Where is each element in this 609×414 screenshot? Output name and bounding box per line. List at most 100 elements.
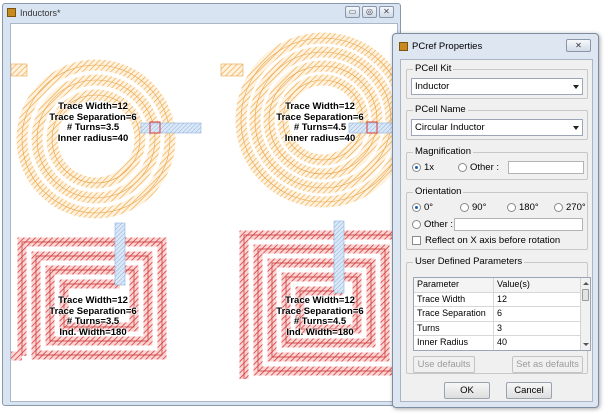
orientation-270-label: 270° [566, 202, 586, 213]
user-params-group: User Defined Parameters Parameter Value(… [406, 256, 591, 374]
maximize-button[interactable]: ◎ [362, 6, 377, 18]
param-value[interactable]: 12 [494, 292, 581, 307]
radio-unselected-icon [460, 203, 469, 212]
table-row[interactable]: Trace Width 12 [414, 292, 581, 308]
cancel-button[interactable]: Cancel [506, 382, 552, 399]
magnification-other-label: Other : [470, 162, 500, 173]
reflect-x-label: Reflect on X axis before rotation [425, 235, 561, 246]
label-line: Trace Width=12 [285, 101, 355, 112]
params-table: Parameter Value(s) Trace Width 12 Trace … [413, 277, 591, 351]
user-params-legend: User Defined Parameters [413, 256, 525, 267]
param-name: Turns [414, 321, 494, 336]
header-parameter[interactable]: Parameter [414, 278, 494, 292]
radio-selected-icon [412, 163, 421, 172]
magnification-1x-radio[interactable]: 1x [412, 162, 434, 173]
label-line: Trace Width=12 [58, 101, 128, 112]
magnification-legend: Magnification [413, 146, 473, 157]
param-value[interactable]: 40 [494, 336, 581, 350]
label-line: # Turns=4.5 [293, 316, 347, 327]
close-button[interactable]: ✕ [379, 6, 394, 18]
scroll-thumb[interactable] [582, 289, 589, 301]
orientation-other-radio[interactable]: Other : [412, 219, 453, 230]
close-icon[interactable]: ✕ [566, 39, 591, 52]
label-line: # Turns=3.5 [66, 122, 120, 133]
inductors-titlebar[interactable]: Inductors* [3, 4, 400, 21]
scroll-up-icon[interactable] [583, 282, 589, 285]
magnification-other-radio[interactable]: Other : [458, 162, 499, 173]
table-row[interactable]: Trace Separation 6 [414, 307, 581, 322]
label-line: Inner radius=40 [57, 132, 129, 144]
orientation-270-radio[interactable]: 270° [554, 202, 586, 213]
param-value[interactable]: 3 [494, 321, 581, 336]
pcell-name-select[interactable]: Circular Inductor [411, 119, 583, 136]
orientation-180-label: 180° [519, 202, 539, 213]
square-right-via [333, 220, 345, 294]
pcell-kit-group: PCell Kit Inductor [406, 63, 588, 99]
radio-unselected-icon [412, 220, 421, 229]
header-values[interactable]: Value(s) [494, 278, 581, 292]
label-line: Inner radius=40 [284, 132, 356, 144]
magnification-group: Magnification 1x Other : [406, 146, 588, 180]
orientation-legend: Orientation [413, 186, 464, 197]
param-name: Trace Separation [414, 307, 494, 321]
layout-drawing [11, 32, 397, 379]
set-as-defaults-button[interactable]: Set as defaults [512, 356, 583, 373]
params-grid: Parameter Value(s) Trace Width 12 Trace … [414, 278, 581, 350]
magnification-1x-label: 1x [424, 162, 435, 173]
label-line: Trace Width=12 [58, 295, 128, 306]
scroll-down-icon[interactable] [583, 343, 589, 346]
layout-label-circular-left: Trace Width=12 Trace Separation=6 # Turn… [33, 101, 153, 144]
pcell-name-legend: PCell Name [413, 104, 468, 115]
window-controls: ▭ ◎ ✕ [345, 6, 394, 18]
checkbox-unchecked-icon [412, 236, 421, 245]
use-defaults-button[interactable]: Use defaults [413, 356, 475, 373]
reflect-x-checkbox[interactable]: Reflect on X axis before rotation [412, 235, 560, 246]
ok-button[interactable]: OK [444, 382, 490, 399]
pcell-name-value: Circular Inductor [415, 122, 485, 133]
pcell-name-group: PCell Name Circular Inductor [406, 104, 588, 140]
pcell-kit-value: Inductor [415, 81, 450, 92]
pcell-kit-legend: PCell Kit [413, 63, 454, 74]
table-row[interactable]: Inner Radius 40 [414, 336, 581, 350]
chevron-down-icon [573, 85, 579, 89]
radio-unselected-icon [507, 203, 516, 212]
layout-canvas[interactable]: Trace Width=12 Trace Separation=6 # Turn… [10, 23, 398, 402]
orientation-0-label: 0° [424, 202, 434, 213]
label-line: # Turns=4.5 [293, 122, 347, 133]
pcell-kit-select[interactable]: Inductor [411, 78, 583, 95]
chevron-down-icon [573, 126, 579, 130]
param-value[interactable]: 6 [494, 307, 581, 321]
dialog-body: PCell Kit Inductor PCell Name Circular I… [400, 59, 593, 402]
pcref-properties-dialog: PCref Properties ✕ PCell Kit Inductor PC… [392, 33, 599, 408]
layout-label-square-right: Trace Width=12 Trace Separation=6 # Turn… [260, 295, 380, 338]
label-line: # Turns=3.5 [66, 316, 120, 327]
dialog-app-icon [399, 41, 408, 51]
orientation-other-input[interactable] [454, 218, 583, 231]
radio-selected-icon [412, 203, 421, 212]
orientation-group: Orientation 0° 90° 180° 270° Other : Ref… [406, 186, 588, 250]
layout-label-square-left: Trace Width=12 Trace Separation=6 # Turn… [33, 295, 153, 338]
minimize-button[interactable]: ▭ [345, 6, 360, 18]
param-name: Trace Width [414, 292, 494, 307]
params-scrollbar[interactable] [580, 278, 590, 350]
app-icon [7, 8, 16, 17]
radio-unselected-icon [458, 163, 467, 172]
square-left-via [114, 222, 126, 286]
inductors-window: Inductors* ▭ ◎ ✕ Trace Width=12 Trace Se… [2, 3, 401, 406]
label-line: Ind. Width=180 [286, 326, 354, 338]
dialog-title: PCref Properties [412, 40, 483, 52]
orientation-other-label: Other : [424, 219, 454, 230]
orientation-0-radio[interactable]: 0° [412, 202, 433, 213]
label-line: Ind. Width=180 [59, 326, 127, 338]
window-title: Inductors* [20, 7, 61, 18]
orientation-90-label: 90° [472, 202, 487, 213]
magnification-other-input[interactable] [508, 161, 584, 174]
orientation-180-radio[interactable]: 180° [507, 202, 539, 213]
params-header-row: Parameter Value(s) [414, 278, 581, 293]
radio-unselected-icon [554, 203, 563, 212]
layout-label-circular-right: Trace Width=12 Trace Separation=6 # Turn… [260, 101, 380, 144]
param-name: Inner Radius [414, 336, 494, 350]
label-line: Trace Width=12 [285, 295, 355, 306]
orientation-90-radio[interactable]: 90° [460, 202, 486, 213]
table-row[interactable]: Turns 3 [414, 321, 581, 337]
